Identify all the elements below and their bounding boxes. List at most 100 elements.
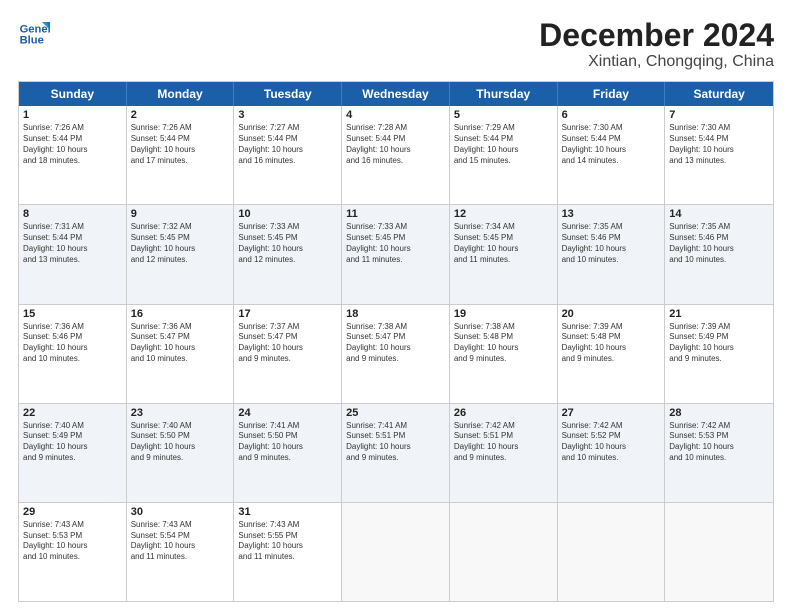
day-number: 28 [669, 407, 769, 419]
header: General Blue December 2024 Xintian, Chon… [18, 18, 774, 71]
day-cell-10: 10 Sunrise: 7:33 AM Sunset: 5:45 PM Dayli… [234, 205, 342, 303]
day-cell-8: 8Sunrise: 7:31 AM Sunset: 5:44 PM Daylig… [19, 205, 127, 303]
cell-info: Sunrise: 7:42 AM Sunset: 5:52 PM Dayligh… [562, 421, 661, 464]
day-cell-27: 27 Sunrise: 7:42 AM Sunset: 5:52 PM Dayli… [558, 404, 666, 502]
day-number: 11 [346, 208, 445, 220]
cell-info: Sunrise: 7:41 AM Sunset: 5:50 PM Dayligh… [238, 421, 337, 464]
day-cell-26: 26Sunrise: 7:42 AM Sunset: 5:51 PM Dayli… [450, 404, 558, 502]
day-number: 18 [346, 308, 445, 320]
cell-info: Sunrise: 7:33 AM Sunset: 5:45 PM Dayligh… [238, 222, 337, 265]
location-title: Xintian, Chongqing, China [539, 53, 774, 71]
calendar-row-4: 22 Sunrise: 7:40 AM Sunset: 5:49 PM Dayli… [19, 403, 773, 502]
day-cell-31: 31 Sunrise: 7:43 AM Sunset: 5:55 PM Dayli… [234, 503, 342, 601]
cell-info: Sunrise: 7:38 AM Sunset: 5:47 PM Dayligh… [346, 322, 445, 365]
day-cell-15: 15Sunrise: 7:36 AM Sunset: 5:46 PM Dayli… [19, 305, 127, 403]
day-cell-9: 9 Sunrise: 7:32 AM Sunset: 5:45 PM Daylig… [127, 205, 235, 303]
empty-cell [558, 503, 666, 601]
cell-info: Sunrise: 7:32 AM Sunset: 5:45 PM Dayligh… [131, 222, 230, 265]
day-cell-28: 28 Sunrise: 7:42 AM Sunset: 5:53 PM Dayli… [665, 404, 773, 502]
day-number: 25 [346, 407, 445, 419]
cell-info: Sunrise: 7:33 AM Sunset: 5:45 PM Dayligh… [346, 222, 445, 265]
cell-info: Sunrise: 7:39 AM Sunset: 5:48 PM Dayligh… [562, 322, 661, 365]
cell-info: Sunrise: 7:30 AM Sunset: 5:44 PM Dayligh… [562, 123, 661, 166]
calendar-row-3: 15Sunrise: 7:36 AM Sunset: 5:46 PM Dayli… [19, 304, 773, 403]
day-number: 7 [669, 109, 769, 121]
day-cell-11: 11 Sunrise: 7:33 AM Sunset: 5:45 PM Dayli… [342, 205, 450, 303]
empty-cell [665, 503, 773, 601]
day-header-sunday: Sunday [19, 82, 127, 106]
calendar-body: 1 Sunrise: 7:26 AM Sunset: 5:44 PM Daylig… [19, 106, 773, 601]
day-number: 24 [238, 407, 337, 419]
logo-icon: General Blue [18, 18, 50, 50]
day-number: 16 [131, 308, 230, 320]
day-header-wednesday: Wednesday [342, 82, 450, 106]
cell-info: Sunrise: 7:28 AM Sunset: 5:44 PM Dayligh… [346, 123, 445, 166]
cell-info: Sunrise: 7:31 AM Sunset: 5:44 PM Dayligh… [23, 222, 122, 265]
month-title: December 2024 [539, 18, 774, 53]
day-cell-4: 4 Sunrise: 7:28 AM Sunset: 5:44 PM Daylig… [342, 106, 450, 204]
day-cell-25: 25 Sunrise: 7:41 AM Sunset: 5:51 PM Dayli… [342, 404, 450, 502]
day-number: 14 [669, 208, 769, 220]
day-header-saturday: Saturday [665, 82, 773, 106]
day-cell-3: 3Sunrise: 7:27 AM Sunset: 5:44 PM Daylig… [234, 106, 342, 204]
cell-info: Sunrise: 7:43 AM Sunset: 5:55 PM Dayligh… [238, 520, 337, 563]
day-number: 23 [131, 407, 230, 419]
cell-info: Sunrise: 7:26 AM Sunset: 5:44 PM Dayligh… [23, 123, 122, 166]
day-cell-30: 30Sunrise: 7:43 AM Sunset: 5:54 PM Dayli… [127, 503, 235, 601]
day-number: 19 [454, 308, 553, 320]
day-cell-2: 2 Sunrise: 7:26 AM Sunset: 5:44 PM Daylig… [127, 106, 235, 204]
day-cell-1: 1 Sunrise: 7:26 AM Sunset: 5:44 PM Daylig… [19, 106, 127, 204]
day-cell-6: 6 Sunrise: 7:30 AM Sunset: 5:44 PM Daylig… [558, 106, 666, 204]
cell-info: Sunrise: 7:36 AM Sunset: 5:47 PM Dayligh… [131, 322, 230, 365]
cell-info: Sunrise: 7:34 AM Sunset: 5:45 PM Dayligh… [454, 222, 553, 265]
empty-cell [342, 503, 450, 601]
page: General Blue December 2024 Xintian, Chon… [0, 0, 792, 612]
day-number: 1 [23, 109, 122, 121]
cell-info: Sunrise: 7:42 AM Sunset: 5:53 PM Dayligh… [669, 421, 769, 464]
calendar-row-5: 29 Sunrise: 7:43 AM Sunset: 5:53 PM Dayli… [19, 502, 773, 601]
calendar-row-2: 8Sunrise: 7:31 AM Sunset: 5:44 PM Daylig… [19, 204, 773, 303]
day-number: 26 [454, 407, 553, 419]
day-header-monday: Monday [127, 82, 235, 106]
day-cell-23: 23Sunrise: 7:40 AM Sunset: 5:50 PM Dayli… [127, 404, 235, 502]
title-block: December 2024 Xintian, Chongqing, China [539, 18, 774, 71]
day-cell-21: 21Sunrise: 7:39 AM Sunset: 5:49 PM Dayli… [665, 305, 773, 403]
day-cell-24: 24 Sunrise: 7:41 AM Sunset: 5:50 PM Dayli… [234, 404, 342, 502]
cell-info: Sunrise: 7:35 AM Sunset: 5:46 PM Dayligh… [562, 222, 661, 265]
day-cell-14: 14 Sunrise: 7:35 AM Sunset: 5:46 PM Dayli… [665, 205, 773, 303]
day-cell-29: 29 Sunrise: 7:43 AM Sunset: 5:53 PM Dayli… [19, 503, 127, 601]
day-header-tuesday: Tuesday [234, 82, 342, 106]
day-number: 4 [346, 109, 445, 121]
calendar: SundayMondayTuesdayWednesdayThursdayFrid… [18, 81, 774, 602]
day-number: 29 [23, 506, 122, 518]
day-number: 9 [131, 208, 230, 220]
day-header-friday: Friday [558, 82, 666, 106]
day-number: 2 [131, 109, 230, 121]
day-cell-22: 22 Sunrise: 7:40 AM Sunset: 5:49 PM Dayli… [19, 404, 127, 502]
logo: General Blue [18, 18, 50, 50]
day-cell-17: 17 Sunrise: 7:37 AM Sunset: 5:47 PM Dayli… [234, 305, 342, 403]
day-number: 3 [238, 109, 337, 121]
day-cell-5: 5Sunrise: 7:29 AM Sunset: 5:44 PM Daylig… [450, 106, 558, 204]
cell-info: Sunrise: 7:37 AM Sunset: 5:47 PM Dayligh… [238, 322, 337, 365]
cell-info: Sunrise: 7:43 AM Sunset: 5:53 PM Dayligh… [23, 520, 122, 563]
day-header-thursday: Thursday [450, 82, 558, 106]
day-number: 12 [454, 208, 553, 220]
cell-info: Sunrise: 7:26 AM Sunset: 5:44 PM Dayligh… [131, 123, 230, 166]
day-number: 22 [23, 407, 122, 419]
svg-text:Blue: Blue [20, 35, 44, 47]
day-cell-19: 19Sunrise: 7:38 AM Sunset: 5:48 PM Dayli… [450, 305, 558, 403]
cell-info: Sunrise: 7:35 AM Sunset: 5:46 PM Dayligh… [669, 222, 769, 265]
day-number: 10 [238, 208, 337, 220]
day-cell-13: 13Sunrise: 7:35 AM Sunset: 5:46 PM Dayli… [558, 205, 666, 303]
day-number: 17 [238, 308, 337, 320]
day-number: 31 [238, 506, 337, 518]
cell-info: Sunrise: 7:43 AM Sunset: 5:54 PM Dayligh… [131, 520, 230, 563]
calendar-header: SundayMondayTuesdayWednesdayThursdayFrid… [19, 82, 773, 106]
cell-info: Sunrise: 7:41 AM Sunset: 5:51 PM Dayligh… [346, 421, 445, 464]
day-number: 27 [562, 407, 661, 419]
day-cell-7: 7Sunrise: 7:30 AM Sunset: 5:44 PM Daylig… [665, 106, 773, 204]
day-number: 6 [562, 109, 661, 121]
cell-info: Sunrise: 7:40 AM Sunset: 5:49 PM Dayligh… [23, 421, 122, 464]
day-cell-12: 12 Sunrise: 7:34 AM Sunset: 5:45 PM Dayli… [450, 205, 558, 303]
